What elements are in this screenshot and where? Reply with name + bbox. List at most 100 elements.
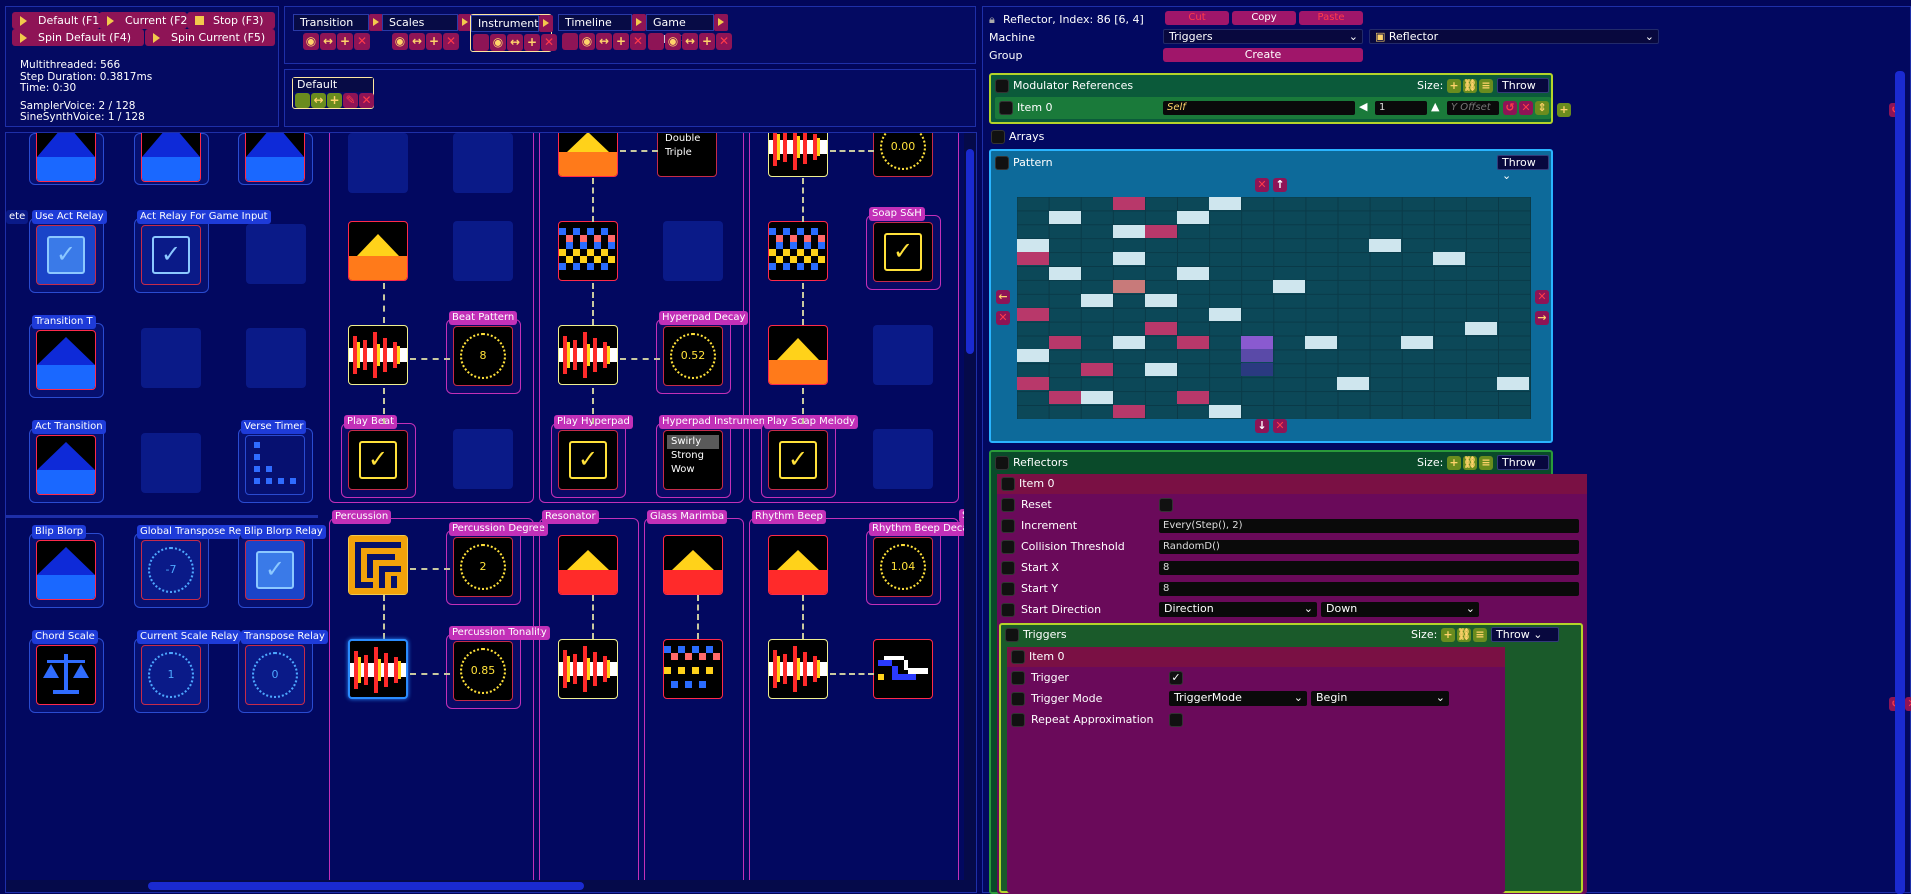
plus-icon[interactable]: + <box>524 34 540 51</box>
repeat-approx-checkbox[interactable] <box>1169 713 1183 727</box>
knob[interactable]: 2 <box>460 544 506 590</box>
close-icon[interactable]: ✕ <box>354 33 370 50</box>
pyramid-orange-tile[interactable] <box>558 535 618 595</box>
waveform-tile-selected[interactable] <box>348 639 408 699</box>
add-col-left-icon[interactable]: ← <box>996 290 1010 304</box>
close-icon[interactable]: ✕ <box>359 93 374 108</box>
pyramid-orange-tile[interactable] <box>768 325 828 385</box>
global-transpose-relay-cell[interactable]: Global Transpose Relay -7 <box>134 525 259 608</box>
item-toggle[interactable] <box>1011 650 1025 664</box>
copy-button[interactable]: Copy <box>1232 11 1296 25</box>
increment-field[interactable]: Every(Step(), 2) <box>1159 519 1579 533</box>
self-field[interactable]: Self <box>1163 101 1355 115</box>
swap-icon[interactable]: ↔ <box>409 33 425 50</box>
hyperpad-instrument-cell[interactable]: Hyperpad Instrument Swirly Strong Wow <box>656 415 773 498</box>
knob[interactable]: 1.04 <box>880 544 926 590</box>
play-default-button[interactable]: Default (F1) <box>12 12 100 29</box>
empty-slot[interactable] <box>141 433 201 493</box>
grid-cell[interactable] <box>134 133 209 185</box>
checkbox[interactable]: ✓ <box>768 430 828 490</box>
triggers-toggle[interactable] <box>1005 628 1019 642</box>
grid-cell[interactable] <box>238 133 313 185</box>
close-icon[interactable]: ✕ <box>716 33 732 50</box>
checkbox[interactable]: ✓ <box>245 540 305 600</box>
play-hyperpad-cell[interactable]: Play Hyperpad ✓ <box>551 415 633 498</box>
cut-button[interactable]: Cut <box>1165 11 1229 25</box>
close-icon[interactable]: ✕ <box>541 34 557 51</box>
start-x-field[interactable]: 8 <box>1159 561 1579 575</box>
delete-row-bottom-icon[interactable]: ✕ <box>1273 419 1287 433</box>
group-instruments[interactable]: Instruments ◉ ↔ + ✕ <box>470 14 557 52</box>
add-row-up-icon[interactable]: ↑ <box>1273 178 1287 192</box>
instrument-list[interactable]: Swirly Strong Wow <box>663 430 723 490</box>
grid-cell[interactable] <box>29 133 104 185</box>
play-soap-melody-cell[interactable]: Play Soap Melody ✓ <box>761 415 859 498</box>
horizontal-scrollbar-thumb[interactable] <box>148 882 584 890</box>
pyramid-orange-tile[interactable] <box>768 535 828 595</box>
eye-icon[interactable]: ◉ <box>303 33 319 50</box>
spin-current-button[interactable]: Spin Current (F5) <box>145 29 275 46</box>
plus-icon[interactable]: + <box>426 33 442 50</box>
plus-icon[interactable]: + <box>699 33 715 50</box>
double-triple-list[interactable]: Double Triple <box>657 133 717 177</box>
direction-value-select[interactable]: Down ⌄ <box>1321 602 1479 617</box>
link-icon[interactable]: ⛓ <box>1463 456 1477 470</box>
knob-tile[interactable]: 0.00 <box>873 133 933 177</box>
start-y-field[interactable]: 8 <box>1159 582 1579 596</box>
blank-icon[interactable] <box>295 93 310 108</box>
swap-icon[interactable]: ↔ <box>507 34 523 51</box>
reflector-select[interactable]: ▣ Reflector ⌄ <box>1369 29 1659 44</box>
checkbox[interactable]: ✓ <box>873 222 933 282</box>
preset-default[interactable]: Default ↔ + ✎ ✕ <box>292 77 374 109</box>
checkbox[interactable]: ✓ <box>36 225 96 285</box>
machine-select[interactable]: Triggers ⌄ <box>1163 29 1363 44</box>
transpose-relay-cell[interactable]: Transpose Relay 0 <box>238 630 328 713</box>
blip-blorp-relay-cell[interactable]: Blip Blorp Relay ✓ <box>238 525 326 608</box>
eye-icon[interactable]: ◉ <box>392 33 408 50</box>
stop-button[interactable]: Stop (F3) <box>187 12 275 29</box>
swap-icon[interactable]: ↔ <box>596 33 612 50</box>
spin-default-button[interactable]: Spin Default (F4) <box>12 29 144 46</box>
knob[interactable]: 1 <box>148 652 194 698</box>
act-transition-cell[interactable]: Act Transition <box>29 420 106 503</box>
empty-slot[interactable] <box>663 221 723 281</box>
horizontal-scrollbar-track[interactable] <box>6 880 964 892</box>
x-offset-field[interactable]: 1 <box>1375 101 1427 115</box>
link-icon[interactable]: ⛓ <box>1463 79 1477 93</box>
reorder-icon[interactable]: ⇕ <box>1535 101 1549 115</box>
empty-slot[interactable] <box>141 328 201 388</box>
link-icon[interactable]: ⛓ <box>1457 628 1471 642</box>
verse-timer-cell[interactable]: Verse Timer <box>238 420 313 503</box>
vertical-scrollbar-track[interactable] <box>964 133 976 892</box>
add-row-down-icon[interactable]: ↓ <box>1255 419 1269 433</box>
plus-icon[interactable]: + <box>337 33 353 50</box>
start-x-toggle[interactable] <box>1001 561 1015 575</box>
trigger-mode-toggle[interactable] <box>1011 692 1025 706</box>
transition-t-cell[interactable]: Transition T <box>29 315 104 398</box>
blip-blorp-cell[interactable]: Blip Blorp <box>29 525 104 608</box>
knob[interactable]: -7 <box>148 547 194 593</box>
percussion-tonality-cell[interactable]: Percussion Tonality 0.85 <box>446 626 550 709</box>
checker-tile[interactable] <box>558 221 618 281</box>
waveform-tile[interactable] <box>768 133 828 177</box>
knob[interactable]: 0.52 <box>670 333 716 379</box>
start-direction-toggle[interactable] <box>1001 603 1015 617</box>
play-current-button[interactable]: Current (F2) <box>99 12 187 29</box>
empty-slot[interactable] <box>873 429 933 489</box>
pyramid-orange-tile[interactable] <box>348 221 408 281</box>
empty-slot[interactable] <box>453 133 513 193</box>
expand-arrow-icon[interactable] <box>539 15 553 32</box>
pyramid-orange-tile[interactable] <box>663 535 723 595</box>
beat-pattern-cell[interactable]: Beat Pattern 8 <box>446 311 521 394</box>
swap-icon[interactable]: ↔ <box>320 33 336 50</box>
checkbox[interactable]: ✓ <box>558 430 618 490</box>
rhythm-beep-decay-cell[interactable]: Rhythm Beep Decay 1.04 <box>866 522 976 605</box>
swap-icon[interactable]: ↔ <box>682 33 698 50</box>
hyperpad-decay-cell[interactable]: Hyperpad Decay 0.52 <box>656 311 749 394</box>
item-toggle[interactable] <box>1001 477 1015 491</box>
path-tile[interactable] <box>873 639 933 699</box>
chord-scale-cell[interactable]: Chord Scale <box>29 630 104 713</box>
empty-slot[interactable] <box>246 328 306 388</box>
swap-icon[interactable]: ↔ <box>311 93 326 108</box>
list-icon[interactable]: ≡ <box>1479 79 1493 93</box>
